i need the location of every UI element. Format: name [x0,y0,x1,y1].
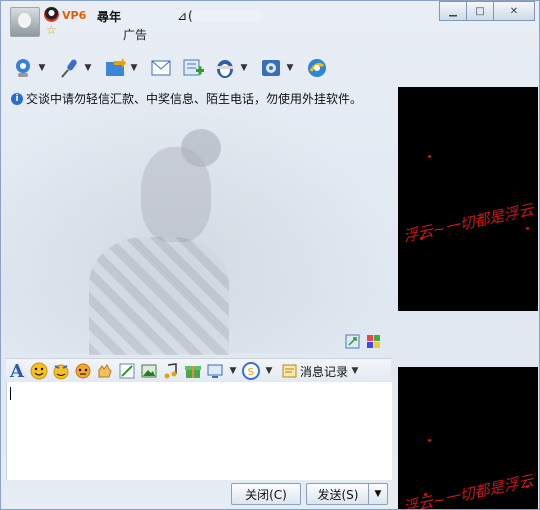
contact-avatar[interactable] [10,7,40,37]
main-toolbar: ▼ ▼ ▼ ▼ ▼ [11,53,329,83]
magic-expression-icon[interactable] [72,361,94,381]
send-options-dropdown[interactable]: ▼ [368,483,388,505]
info-icon: i [11,92,23,105]
music-share-icon[interactable] [160,361,182,381]
payment-dropdown-arrow[interactable]: ▼ [262,366,276,376]
transfer-dropdown-arrow[interactable]: ▼ [127,63,141,73]
chat-window: ☆ VP6 尋年 ⊿( 广告 ▁ □ ✕ ▼ ▼ ▼ ▼ ▼ i 交谈中请勿轻信… [0,0,540,510]
screen-capture-icon[interactable] [204,361,226,381]
qq-penguin-icon [44,7,59,22]
send-button[interactable]: 发送(S) [306,483,369,505]
settings-icon[interactable] [259,56,283,80]
settings-dropdown-arrow[interactable]: ▼ [283,63,297,73]
mail-icon[interactable] [149,56,173,80]
color-palette-icon[interactable] [366,334,381,349]
microphone-icon[interactable] [57,56,81,80]
ad-label[interactable]: 广告 [123,26,147,43]
minimize-button[interactable]: ▁ [439,1,467,21]
qq-number-redaction [191,10,263,22]
format-toolbar: A ▼ S ▼ 消息记录 ▼ [6,358,391,384]
window-controls: ▁ □ ✕ [439,1,535,21]
history-dropdown-arrow[interactable]: ▼ [348,366,362,376]
font-settings-button[interactable]: A [6,361,28,382]
close-window-button[interactable]: ✕ [494,1,535,21]
history-label: 消息记录 [300,364,349,379]
video-camera-icon[interactable] [11,56,35,80]
panel-animated-text: 浮云~一切都是浮云 [401,200,536,246]
background-figure-head [141,147,211,242]
tools-dropdown-arrow[interactable]: ▼ [237,63,251,73]
background-figure-body [89,237,229,355]
vip-badge: VP6 [62,9,87,22]
star-icon: ☆ [46,23,57,37]
screenshot-icon[interactable] [345,334,360,349]
security-warning: i 交谈中请勿轻信汇款、中奖信息、陌生电话，勿使用外挂软件。 [11,90,362,107]
emoji-smile-icon[interactable] [28,361,50,381]
message-history-button[interactable]: 消息记录 ▼ [282,363,362,380]
decor-spark [526,227,529,230]
svg-text:S: S [248,367,254,378]
wallet-payment-icon[interactable]: S [240,361,262,381]
my-show-panel[interactable]: 浮云~一切都是浮云 [398,367,538,509]
gift-icon[interactable] [182,361,204,381]
video-dropdown-arrow[interactable]: ▼ [35,63,49,73]
emoji-wink-icon[interactable] [50,361,72,381]
maximize-button[interactable]: □ [467,1,494,21]
chat-area-tools [345,334,381,349]
decor-spark [428,439,431,442]
qq-app-icon[interactable] [305,56,329,80]
contact-nickname[interactable]: 尋年 [97,8,121,25]
message-input[interactable] [6,382,392,480]
contact-show-panel[interactable]: 浮云~一切都是浮云 [398,87,538,311]
decor-spark [428,155,431,158]
folder-transfer-icon[interactable] [103,56,127,80]
chat-history-area[interactable] [1,87,391,355]
capture-dropdown-arrow[interactable]: ▼ [226,366,240,376]
send-image-icon[interactable] [138,361,160,381]
add-contact-icon[interactable] [181,56,205,80]
close-button[interactable]: 关闭(C) [231,483,301,505]
history-icon [282,364,297,378]
microphone-dropdown-arrow[interactable]: ▼ [81,63,95,73]
text-caret [10,387,11,400]
doodle-board-icon[interactable] [116,361,138,381]
hand-nudge-icon[interactable] [94,361,116,381]
panel-animated-text: 浮云~一切都是浮云 [401,471,536,510]
warning-text: 交谈中请勿轻信汇款、中奖信息、陌生电话，勿使用外挂软件。 [26,92,363,106]
qq-penguin-tools-icon[interactable] [213,56,237,80]
